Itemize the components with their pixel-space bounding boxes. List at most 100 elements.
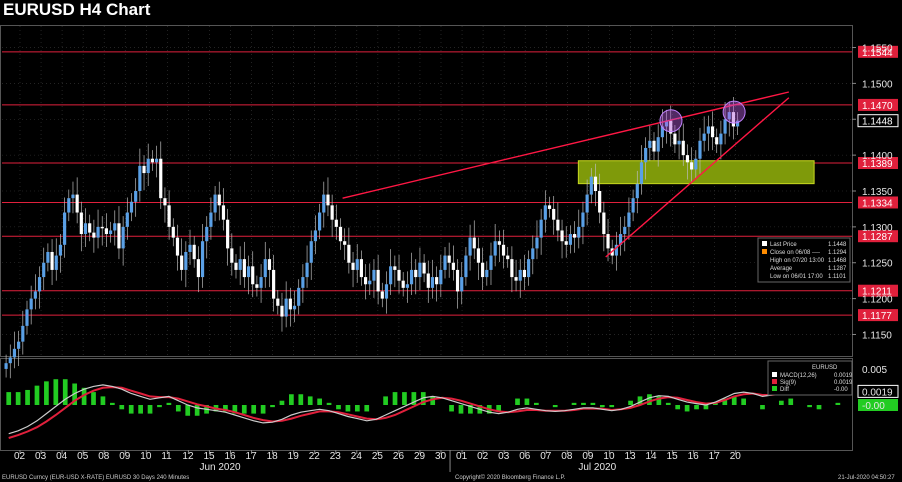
candle-body — [439, 269, 443, 285]
candle-body — [581, 212, 585, 227]
candle-body — [418, 262, 422, 278]
candle-body — [92, 232, 96, 238]
candle-body — [606, 234, 610, 249]
x-tick-label: 12 — [182, 451, 194, 462]
candle-body — [175, 237, 180, 256]
y-tick-label: 1.1300 — [862, 223, 893, 234]
candle-body — [426, 273, 430, 288]
highlight-circle — [659, 109, 683, 133]
candle-body — [338, 226, 343, 242]
candle-body — [706, 126, 710, 134]
candle-body — [83, 223, 88, 235]
macd-panel: 0.0050.0019-0.00 — [6, 365, 899, 439]
candle-body — [21, 325, 25, 342]
candle-body — [318, 212, 322, 231]
macd-legend-value: 0.0019 — [834, 380, 853, 386]
candle-body — [723, 119, 727, 134]
candle-body — [58, 244, 63, 256]
macd-legend-value: -0.00 — [834, 387, 848, 393]
candle-body — [150, 158, 154, 163]
y-tick-label: 1.1350 — [862, 187, 893, 198]
x-tick-label: 10 — [140, 451, 152, 462]
x-tick-label: 17 — [709, 451, 721, 462]
candle-body — [221, 205, 226, 220]
footer-right: 21-Jul-2020 04:50:27 — [838, 475, 895, 481]
candle-body — [547, 205, 552, 209]
x-tick-label: 06 — [519, 451, 531, 462]
candle-body — [639, 162, 644, 184]
candle-body — [288, 298, 292, 310]
x-tick-label: 04 — [56, 451, 68, 462]
candle-body — [104, 228, 109, 235]
macd-legend: EURUSD MACD(12,26) 0.0019 Sig(9) 0.0019 Diff -… — [767, 360, 853, 396]
x-tick-label: 16 — [225, 451, 237, 462]
candle-body — [251, 266, 255, 285]
footer: EURUSD Curncy (EUR-USD X-RATE) EURUSD 30… — [2, 474, 895, 481]
candle-body — [351, 262, 355, 270]
x-tick-label: 03 — [35, 451, 47, 462]
candle-body — [414, 269, 418, 278]
candle-body — [113, 223, 117, 231]
candle-body — [635, 183, 639, 199]
candle-body — [359, 259, 363, 278]
macd-legend-label: MACD(12,26) — [780, 373, 817, 379]
candle-body — [167, 205, 171, 227]
candle-body — [397, 269, 401, 281]
candle-body — [376, 269, 380, 292]
candle-body — [117, 223, 121, 249]
candle-body — [384, 284, 389, 299]
candle-body — [393, 266, 397, 270]
candle-body — [422, 262, 426, 274]
candle-body — [242, 259, 246, 278]
candle-body — [50, 251, 54, 270]
candle-body — [234, 262, 238, 270]
candle-body — [443, 255, 447, 270]
candle-body — [501, 244, 506, 256]
y-tick-label: 1.1550 — [862, 44, 893, 55]
candle-body — [347, 244, 351, 263]
candle-body — [514, 277, 518, 281]
candle-body — [284, 298, 288, 317]
candle-body — [267, 259, 272, 270]
candle-body — [196, 259, 200, 278]
candle-body — [589, 176, 593, 195]
x-tick-label: 11 — [161, 451, 172, 462]
x-tick-label: 17 — [246, 451, 258, 462]
candle-body — [539, 219, 543, 238]
x-tick-label: 19 — [288, 451, 300, 462]
legend-value: 1.1287 — [828, 266, 847, 272]
candle-body — [109, 230, 113, 235]
candle-body — [644, 147, 648, 163]
candle-body — [75, 194, 79, 213]
candle-body — [297, 287, 301, 306]
candle-body — [468, 237, 472, 256]
x-tick-label: 30 — [435, 451, 447, 462]
candle-body — [355, 259, 359, 270]
candle-body — [330, 205, 334, 220]
price-axis: 1.15441.14701.13891.13341.12871.12111.11… — [852, 44, 899, 341]
grid-lines — [2, 26, 852, 356]
price-chart: 1.15441.14701.13891.13341.12871.12111.11… — [0, 25, 899, 481]
candle-body — [685, 155, 690, 163]
candle-body — [493, 241, 497, 256]
macd-legend-label: Diff — [780, 387, 789, 393]
candle-body — [121, 226, 125, 249]
macd-legend-swatch — [772, 372, 777, 377]
x-tick-label: 25 — [372, 451, 384, 462]
candle-body — [63, 212, 67, 245]
candle-body — [564, 241, 568, 245]
y-tick-label: 1.1200 — [862, 295, 893, 306]
x-tick-label: 20 — [730, 451, 742, 462]
candle-body — [497, 241, 501, 245]
candle-body — [205, 226, 209, 242]
month-label: Jun 2020 — [199, 462, 241, 473]
y-tick-label: 1.1150 — [862, 330, 892, 341]
x-tick-label: 02 — [477, 451, 489, 462]
candle-body — [719, 133, 723, 145]
candle-body — [217, 194, 221, 206]
x-tick-label: 08 — [98, 451, 110, 462]
candle-body — [188, 244, 192, 252]
x-tick-label: 09 — [582, 451, 594, 462]
price-legend: Last Price 1.1448 Close on 06/08 ---- 1.12… — [757, 237, 851, 283]
candle-body — [154, 158, 159, 163]
